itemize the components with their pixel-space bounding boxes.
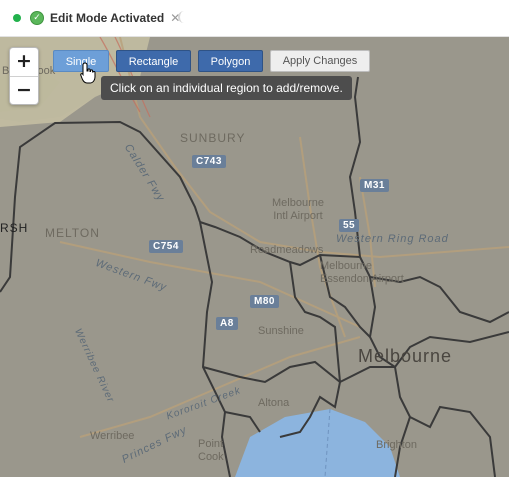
map-label-airport: Melbourne Intl Airport bbox=[272, 197, 324, 222]
rectangle-mode-button[interactable]: Rectangle bbox=[116, 50, 191, 72]
mode-tooltip: Click on an individual region to add/rem… bbox=[101, 76, 352, 100]
zoom-out-button[interactable]: − bbox=[10, 76, 38, 104]
hand-cursor-icon bbox=[80, 62, 96, 84]
map-label-werribee: Werribee bbox=[90, 430, 135, 442]
map-label-rsh: RSH bbox=[0, 221, 29, 235]
map-label-sunshine: Sunshine bbox=[258, 325, 304, 337]
map-label-point-cook: Point Cook bbox=[198, 438, 224, 463]
shield-m31: M31 bbox=[360, 179, 389, 192]
tab-bar: ✓ Edit Mode Activated ✕ bbox=[0, 0, 509, 37]
map-label-melton: MELTON bbox=[45, 226, 100, 240]
apply-changes-button[interactable]: Apply Changes bbox=[270, 50, 370, 72]
tab-edit-mode[interactable]: ✓ Edit Mode Activated ✕ bbox=[30, 6, 180, 30]
status-dot-icon bbox=[13, 14, 21, 22]
map-label-roadmeadows: Roadmeadows bbox=[250, 244, 324, 256]
shield-c743: C743 bbox=[192, 155, 226, 168]
map-label-essendon: Melbourne Essendon Airport bbox=[320, 260, 404, 285]
map-label-sunbury: SUNBURY bbox=[180, 131, 246, 145]
shield-a8: A8 bbox=[216, 317, 238, 330]
zoom-in-button[interactable]: + bbox=[10, 48, 38, 76]
map-label-altona: Altona bbox=[258, 397, 290, 409]
polygon-mode-button[interactable]: Polygon bbox=[198, 50, 263, 72]
map-canvas[interactable]: Bangarook Bo SUNBURY MELTON RSH Melbourn… bbox=[0, 37, 509, 477]
road-label-ring: Western Ring Road bbox=[336, 233, 449, 245]
check-circle-icon: ✓ bbox=[30, 11, 44, 25]
tab-title: Edit Mode Activated bbox=[50, 11, 165, 25]
map-label-brighton: Brighton bbox=[376, 439, 417, 451]
shield-m80: M80 bbox=[250, 295, 279, 308]
shield-c754: C754 bbox=[149, 240, 183, 253]
shield-55: 55 bbox=[339, 219, 360, 232]
map-base-layer bbox=[0, 37, 509, 477]
map-label-melbourne: Melbourne bbox=[358, 346, 453, 366]
zoom-control: + − bbox=[9, 47, 39, 105]
loading-spinner-icon bbox=[178, 11, 190, 23]
